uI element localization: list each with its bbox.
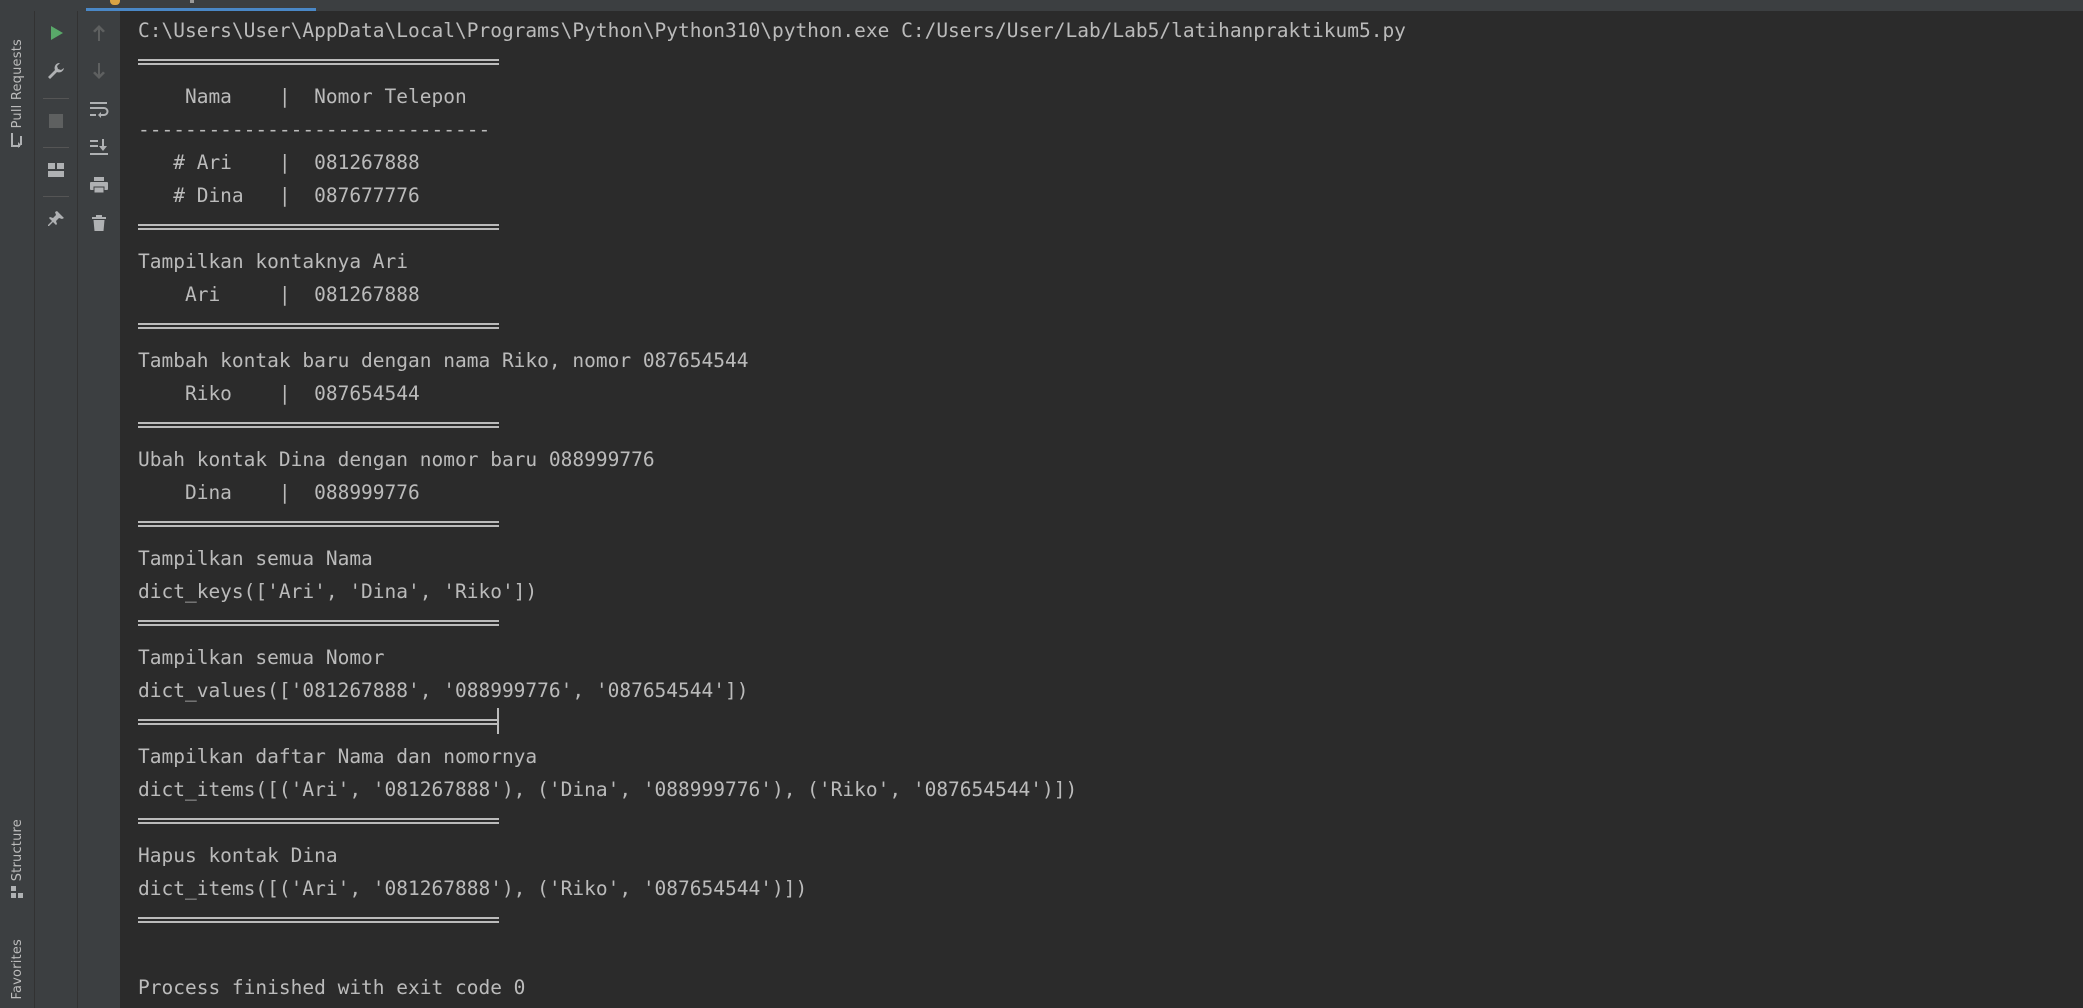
structure-icon xyxy=(11,886,23,899)
python-file-icon xyxy=(110,0,120,5)
toolbar-separator xyxy=(43,98,69,99)
output-value: dict_values(['081267888', '088999776', '… xyxy=(138,679,749,702)
dash-separator: ------------------------------ xyxy=(138,118,491,141)
print-button[interactable] xyxy=(87,173,111,197)
print-icon xyxy=(90,177,108,194)
command-line: C:\Users\User\AppData\Local\Programs\Pyt… xyxy=(138,19,1406,42)
modify-run-configuration-button[interactable] xyxy=(44,59,68,83)
restore-layout-button[interactable] xyxy=(44,158,68,182)
pull-request-icon xyxy=(11,133,22,149)
text-caret xyxy=(497,708,499,734)
section-title: Tampilkan kontaknya Ari xyxy=(138,250,409,273)
structure-label: Structure xyxy=(9,819,25,882)
section-title: Tambah kontak baru dengan nama Riko, nom… xyxy=(138,349,749,372)
double-separator xyxy=(138,719,499,725)
pin-icon xyxy=(48,211,64,226)
table-row: # Ari | 081267888 xyxy=(138,151,420,174)
run-toolbar-primary xyxy=(35,11,78,1008)
layout-icon xyxy=(48,163,64,177)
table-header: Nama | Nomor Telepon xyxy=(138,85,467,108)
console-output[interactable]: C:\Users\User\AppData\Local\Programs\Pyt… xyxy=(121,11,2083,1008)
soft-wrap-icon xyxy=(90,102,109,118)
table-row: # Dina | 087677776 xyxy=(138,184,420,207)
next-occurrence-button[interactable] xyxy=(87,59,111,83)
double-separator xyxy=(138,59,499,65)
scroll-to-end-button[interactable] xyxy=(87,135,111,159)
pull-requests-label: Pull Requests xyxy=(9,39,25,129)
left-tool-stripe: Pull Requests Structure Favorites xyxy=(0,11,35,1008)
pull-requests-tab[interactable]: Pull Requests xyxy=(4,39,30,149)
double-separator xyxy=(138,224,499,230)
favorites-label: Favorites xyxy=(9,939,25,1000)
soft-wrap-button[interactable] xyxy=(87,97,111,121)
arrow-down-icon xyxy=(93,63,105,79)
double-separator xyxy=(138,620,499,626)
section-title: Tampilkan daftar Nama dan nomornya xyxy=(138,745,538,768)
output-value: dict_items([('Ari', '081267888'), ('Riko… xyxy=(138,877,808,900)
toolbar-separator xyxy=(43,147,69,148)
run-toolbar-secondary xyxy=(78,11,120,1008)
process-exit-message: Process finished with exit code 0 xyxy=(138,976,526,999)
section-title: Hapus kontak Dina xyxy=(138,844,338,867)
double-separator xyxy=(138,323,499,329)
trash-icon xyxy=(92,215,106,231)
toolbar-separator xyxy=(43,196,69,197)
tab-title-fragment xyxy=(190,0,194,3)
double-separator xyxy=(138,422,499,428)
table-row: Dina | 088999776 xyxy=(138,481,420,504)
previous-occurrence-button[interactable] xyxy=(87,21,111,45)
double-separator xyxy=(138,521,499,527)
double-separator xyxy=(138,917,499,923)
output-value: dict_keys(['Ari', 'Dina', 'Riko']) xyxy=(138,580,538,603)
rerun-button[interactable] xyxy=(44,21,68,45)
clear-all-button[interactable] xyxy=(87,211,111,235)
wrench-icon xyxy=(48,63,64,79)
structure-tab[interactable]: Structure xyxy=(4,819,30,899)
arrow-up-icon xyxy=(93,25,105,41)
stop-button[interactable] xyxy=(44,109,68,133)
stop-icon xyxy=(49,114,63,128)
table-row: Riko | 087654544 xyxy=(138,382,420,405)
output-value: dict_items([('Ari', '081267888'), ('Dina… xyxy=(138,778,1078,801)
section-title: Tampilkan semua Nama xyxy=(138,547,373,570)
section-title: Ubah kontak Dina dengan nomor baru 08899… xyxy=(138,448,655,471)
double-separator xyxy=(138,818,499,824)
pin-tab-button[interactable] xyxy=(44,207,68,231)
scroll-to-end-icon xyxy=(90,139,108,155)
section-title: Tampilkan semua Nomor xyxy=(138,646,385,669)
favorites-tab[interactable]: Favorites xyxy=(4,939,30,1000)
run-icon xyxy=(51,26,63,40)
table-row: Ari | 081267888 xyxy=(138,283,420,306)
